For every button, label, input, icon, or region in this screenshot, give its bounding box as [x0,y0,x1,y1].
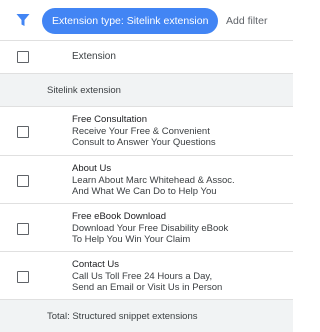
extension-cell: Contact Us Call Us Toll Free 24 Hours a … [72,259,222,294]
row-checkbox[interactable] [17,175,29,187]
table-row: Contact Us Call Us Toll Free 24 Hours a … [0,252,293,300]
total-row: Total: Structured snippet extensions [0,300,293,332]
extension-description-line1: Call Us Toll Free 24 Hours a Day, [72,270,213,282]
table-row: About Us Learn About Marc Whitehead & As… [0,156,293,204]
extension-description-line1: Learn About Marc Whitehead & Assoc. [72,174,235,186]
group-row-sitelink: Sitelink extension [0,74,293,107]
total-label: Total: Structured snippet extensions [47,311,198,322]
extension-title[interactable]: About Us [72,163,235,175]
table-row: Free eBook Download Download Your Free D… [0,204,293,252]
extension-cell: About Us Learn About Marc Whitehead & As… [72,163,235,198]
extension-cell: Free Consultation Receive Your Free & Co… [72,114,216,149]
extension-description-line2: Send an Email or Visit Us in Person [72,282,223,293]
column-header-extension[interactable]: Extension [72,51,116,62]
row-checkbox[interactable] [17,271,29,283]
row-checkbox[interactable] [17,223,29,235]
row-checkbox[interactable] [17,126,29,138]
group-label: Sitelink extension [47,85,121,96]
filter-chip-extension-type[interactable]: Extension type: Sitelink extension [42,8,219,34]
filter-bar: Extension type: Sitelink extension Add f… [0,0,293,41]
extension-description-line2: Consult to Answer Your Questions [72,137,216,148]
extension-title[interactable]: Free eBook Download [72,211,228,223]
extension-title[interactable]: Contact Us [72,259,222,271]
extension-cell: Free eBook Download Download Your Free D… [72,211,228,246]
table-header-row: Extension [0,41,293,74]
table-row: Free Consultation Receive Your Free & Co… [0,107,293,156]
extension-description-line2: And What We Can Do to Help You [72,186,217,197]
extension-description-line1: Receive Your Free & Convenient [72,125,210,137]
extension-description-line1: Download Your Free Disability eBook [72,222,229,234]
filter-funnel-icon[interactable] [16,13,30,27]
select-all-checkbox[interactable] [17,51,29,63]
add-filter-button[interactable]: Add filter [226,8,267,34]
extension-title[interactable]: Free Consultation [72,114,216,126]
extension-description-line2: To Help You Win Your Claim [72,234,191,245]
